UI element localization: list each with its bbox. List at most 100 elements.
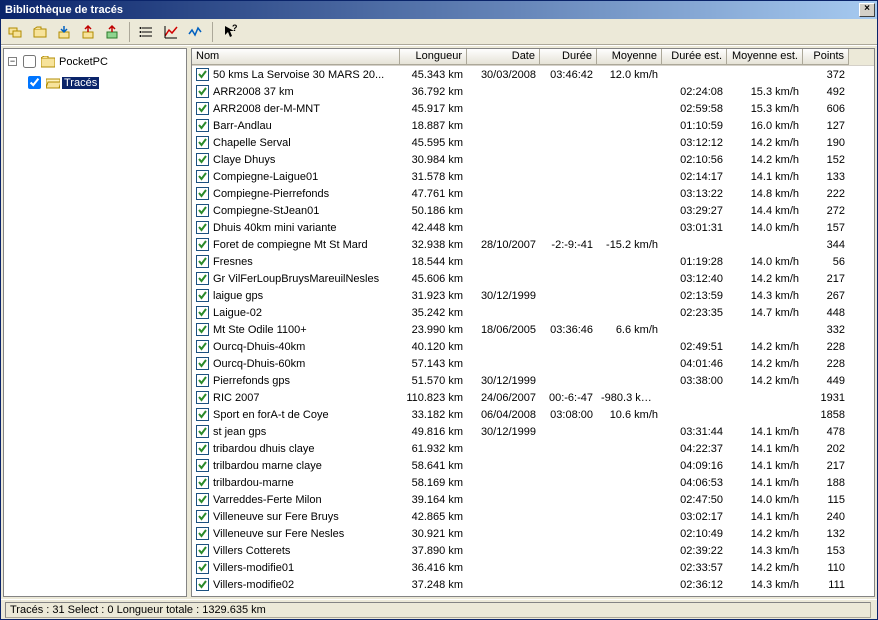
row-checkbox[interactable] [196,187,209,200]
table-row[interactable]: Villers-modifie0237.248 km02:36:1214.3 k… [192,576,874,593]
column-header-duree[interactable]: Durée [540,49,597,65]
toolbar-export2-icon[interactable] [101,21,123,43]
toolbar-help-icon[interactable]: ? [219,21,241,43]
table-row[interactable]: Pierrefonds gps51.570 km30/12/199903:38:… [192,372,874,389]
column-header-longueur[interactable]: Longueur [400,49,467,65]
table-row[interactable]: Claye Dhuys30.984 km02:10:5614.2 km/h152 [192,151,874,168]
row-checkbox[interactable] [196,408,209,421]
table-row[interactable]: Foret de compiegne Mt St Mard32.938 km28… [192,236,874,253]
table-row[interactable]: Compiegne-Laigue0131.578 km02:14:1714.1 … [192,168,874,185]
cell-duree-est: 03:12:12 [662,137,727,149]
table-row[interactable]: st jean gps49.816 km30/12/199903:31:4414… [192,423,874,440]
row-checkbox[interactable] [196,391,209,404]
tree-item-traces[interactable]: Tracés [6,72,184,93]
table-row[interactable]: Gr VilFerLoupBruysMareuilNesles45.606 km… [192,270,874,287]
close-button[interactable]: × [859,3,875,17]
table-row[interactable]: ARR2008 37 km36.792 km02:24:0815.3 km/h4… [192,83,874,100]
list-body[interactable]: 50 kms La Servoise 30 MARS 20...45.343 k… [192,66,874,596]
row-checkbox[interactable] [196,153,209,166]
table-row[interactable]: ARR2008 der-M-MNT45.917 km02:59:5815.3 k… [192,100,874,117]
table-row[interactable]: Compiegne-StJean0150.186 km03:29:2714.4 … [192,202,874,219]
row-checkbox[interactable] [196,306,209,319]
list-pane: Nom Longueur Date Durée Moyenne Durée es… [191,48,875,597]
row-checkbox[interactable] [196,238,209,251]
cell-longueur: 39.164 km [400,494,467,506]
column-header-duree-est[interactable]: Durée est. [662,49,727,65]
tree-item-pocketpc[interactable]: − PocketPC [6,51,184,72]
row-checkbox[interactable] [196,85,209,98]
toolbar-export-icon[interactable] [77,21,99,43]
table-row[interactable]: tribardou dhuis claye61.932 km04:22:3714… [192,440,874,457]
row-checkbox[interactable] [196,119,209,132]
row-checkbox[interactable] [196,221,209,234]
toolbar-list-icon[interactable] [136,21,158,43]
row-checkbox[interactable] [196,289,209,302]
cell-date: 30/12/1999 [467,290,540,302]
row-checkbox[interactable] [196,442,209,455]
row-checkbox[interactable] [196,493,209,506]
cell-longueur: 49.816 km [400,426,467,438]
table-row[interactable]: Ourcq-Dhuis-40km40.120 km02:49:5114.2 km… [192,338,874,355]
cell-moyenne: 6.6 km/h [597,324,662,336]
row-checkbox[interactable] [196,476,209,489]
row-checkbox[interactable] [196,544,209,557]
row-checkbox[interactable] [196,170,209,183]
cell-points: 132 [803,528,849,540]
row-checkbox[interactable] [196,374,209,387]
row-checkbox[interactable] [196,323,209,336]
table-row[interactable]: Ourcq-Dhuis-60km57.143 km04:01:4614.2 km… [192,355,874,372]
cell-longueur: 40.120 km [400,341,467,353]
cell-points: 190 [803,137,849,149]
row-checkbox[interactable] [196,255,209,268]
row-checkbox[interactable] [196,204,209,217]
table-row[interactable]: Villeneuve sur Fere Nesles30.921 km02:10… [192,525,874,542]
table-row[interactable]: trilbardou marne claye58.641 km04:09:161… [192,457,874,474]
table-row[interactable]: Villeneuve sur Fere Bruys42.865 km03:02:… [192,508,874,525]
row-checkbox[interactable] [196,136,209,149]
column-header-moyenne-est[interactable]: Moyenne est. [727,49,803,65]
table-row[interactable]: Sport en forA-t de Coye33.182 km06/04/20… [192,406,874,423]
toolbar-import-icon[interactable] [53,21,75,43]
table-row[interactable]: 50 kms La Servoise 30 MARS 20...45.343 k… [192,66,874,83]
tree-expander-icon[interactable]: − [8,57,17,66]
column-header-points[interactable]: Points [803,49,849,65]
tree-checkbox[interactable] [23,55,36,68]
row-checkbox[interactable] [196,102,209,115]
column-header-moyenne[interactable]: Moyenne [597,49,662,65]
table-row[interactable]: Chapelle Serval45.595 km03:12:1214.2 km/… [192,134,874,151]
row-checkbox[interactable] [196,272,209,285]
row-checkbox[interactable] [196,68,209,81]
toolbar-chart-icon[interactable] [160,21,182,43]
table-row[interactable]: trilbardou-marne58.169 km04:06:5314.1 km… [192,474,874,491]
toolbar-graph-icon[interactable] [184,21,206,43]
table-row[interactable]: Villers-modifie0136.416 km02:33:5714.2 k… [192,559,874,576]
table-row[interactable]: RIC 2007110.823 km24/06/200700:-6:-47-98… [192,389,874,406]
table-row[interactable]: Varreddes-Ferte Milon39.164 km02:47:5014… [192,491,874,508]
row-checkbox[interactable] [196,527,209,540]
table-row[interactable]: Dhuis 40km mini variante42.448 km03:01:3… [192,219,874,236]
row-checkbox[interactable] [196,340,209,353]
cell-duree: 03:46:42 [540,69,597,81]
column-header-date[interactable]: Date [467,49,540,65]
tree-checkbox[interactable] [28,76,41,89]
tree-pane[interactable]: − PocketPC Tracés [3,48,187,597]
table-row[interactable]: Mt Ste Odile 1100+23.990 km18/06/200503:… [192,321,874,338]
table-row[interactable]: Fresnes18.544 km01:19:2814.0 km/h56 [192,253,874,270]
row-checkbox[interactable] [196,425,209,438]
folder-open-icon [46,77,60,89]
row-checkbox[interactable] [196,510,209,523]
row-checkbox[interactable] [196,578,209,591]
toolbar-multi-icon[interactable] [5,21,27,43]
column-header-nom[interactable]: Nom [192,49,400,65]
row-checkbox[interactable] [196,561,209,574]
table-row[interactable]: Compiegne-Pierrefonds47.761 km03:13:2214… [192,185,874,202]
table-row[interactable]: Laigue-0235.242 km02:23:3514.7 km/h448 [192,304,874,321]
table-row[interactable]: Barr-Andlau18.887 km01:10:5916.0 km/h127 [192,117,874,134]
table-row[interactable]: laigue gps31.923 km30/12/199902:13:5914.… [192,287,874,304]
toolbar-folder-icon[interactable] [29,21,51,43]
row-checkbox[interactable] [196,357,209,370]
cell-date: 18/06/2005 [467,324,540,336]
cell-longueur: 45.917 km [400,103,467,115]
table-row[interactable]: Villers Cotterets37.890 km02:39:2214.3 k… [192,542,874,559]
row-checkbox[interactable] [196,459,209,472]
